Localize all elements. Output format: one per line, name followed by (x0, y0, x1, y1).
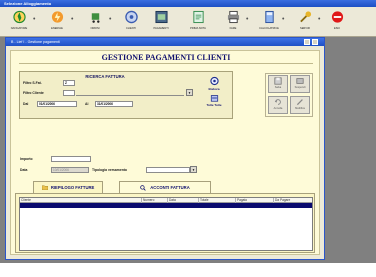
importo-field[interactable] (51, 156, 91, 162)
toolbar-button-esci[interactable]: ESCI (324, 9, 350, 35)
save-icon (274, 77, 282, 85)
tutte-button[interactable]: Tutte Tutte (200, 94, 228, 107)
list-icon (210, 95, 218, 102)
date-from-label: Dal (23, 102, 29, 106)
toolbar-button-ordini[interactable]: ORDINI (82, 9, 108, 35)
toolbar-separator: • (71, 16, 74, 23)
process-icon (209, 76, 219, 86)
energy-icon (51, 11, 63, 23)
printer-icon (227, 10, 239, 24)
toolbar-button-pagamenti[interactable]: PAGAMENTI (148, 9, 174, 35)
tipologia-select[interactable] (146, 167, 190, 173)
edit-button[interactable]: Modifica (290, 96, 310, 114)
tipologia-dropdown-button[interactable]: ▾ (190, 166, 197, 173)
main-toolbar: NAVIGATORE • ENERGIE • ORDINI • CLIENTI … (0, 7, 376, 37)
toolbar-button-servizi[interactable]: SERVIZI (292, 9, 318, 35)
app-title: Selezione Alloggiamento (4, 1, 52, 6)
date-to-label: Al (85, 102, 89, 106)
close-button[interactable] (312, 39, 318, 45)
notes-icon (192, 10, 204, 24)
payments-window-title-bar: B - Lief I - Gestione pagamenti (6, 38, 324, 46)
toolbar-separator: • (282, 16, 285, 23)
toolbar-separator: • (33, 16, 36, 23)
edit-icon (296, 99, 303, 106)
data-field[interactable]: 10/01/2006 (51, 167, 89, 173)
save-button[interactable]: Salva (268, 75, 288, 93)
suspend-button[interactable]: Sospendi (290, 75, 310, 93)
toolbar-button-clienti[interactable]: CLIENTI (118, 9, 144, 35)
data-label: Data (20, 168, 28, 172)
compass-icon (12, 10, 26, 24)
toolbar-button-prima-nota[interactable]: PRIMA NOTA (185, 9, 211, 35)
toolbar-separator: • (246, 16, 249, 23)
importo-label: Importo (20, 157, 33, 161)
tab-panel-riepilogo: Cliente Numero Data Totale Pagato Da Pag… (15, 193, 315, 253)
table-row[interactable] (20, 203, 312, 208)
suspend-icon (296, 78, 304, 84)
search-panel-title: RICERCA FATTURA (85, 74, 125, 79)
client-name-field[interactable] (76, 90, 184, 96)
client-lookup-button[interactable]: ▾ (186, 89, 193, 96)
undo-icon (274, 99, 281, 105)
tab-acconti-fattura[interactable]: ACCONTI FATTURA (119, 181, 211, 193)
toolbar-button-navigatore[interactable]: NAVIGATORE (6, 9, 32, 35)
elabora-button[interactable]: Elabora (202, 76, 226, 91)
title-divider (19, 63, 313, 64)
serie-filter-field[interactable]: Z (63, 80, 75, 86)
search-icon (140, 185, 146, 191)
payments-window-title: B - Lief I - Gestione pagamenti (11, 40, 60, 44)
client-filter-label: Filtro Cliente (23, 91, 44, 95)
toolbar-separator: • (109, 16, 112, 23)
payments-window: B - Lief I - Gestione pagamenti GESTIONE… (5, 37, 325, 260)
toolbar-separator: • (318, 16, 321, 23)
toolbar-button-energie[interactable]: ENERGIE (44, 9, 70, 35)
tools-icon (299, 11, 311, 23)
search-invoice-panel: RICERCA FATTURA Filtro S.Fat. Z Filtro C… (19, 71, 233, 119)
money-icon (154, 10, 168, 24)
folder-icon (41, 185, 48, 191)
undo-button[interactable]: Annulla (268, 96, 288, 114)
tipologia-label: Tipologia versamento (92, 168, 127, 172)
page-title: GESTIONE PAGAMENTI CLIENTI (101, 53, 231, 62)
cart-icon (91, 13, 99, 23)
client-filter-field[interactable] (63, 90, 75, 96)
payments-form: GESTIONE PAGAMENTI CLIENTI RICERCA FATTU… (10, 50, 320, 255)
minimize-button[interactable] (304, 39, 310, 45)
toolbar-button-calcolatrice[interactable]: CALCOLATRICE (256, 9, 282, 35)
tab-riepilogo-fatture[interactable]: RIEPILOGO FATTURE (33, 181, 103, 193)
invoices-grid[interactable]: Cliente Numero Data Totale Pagato Da Pag… (19, 197, 313, 251)
toolbar-button-fare[interactable]: FARE (220, 9, 246, 35)
date-to-field[interactable]: 31/01/2006 (95, 101, 133, 107)
exit-icon (331, 11, 343, 23)
date-from-field[interactable]: 01/01/2006 (37, 101, 77, 107)
disc-icon (124, 10, 138, 24)
serie-filter-label: Filtro S.Fat. (23, 81, 42, 85)
bottom-blank-area (0, 263, 376, 277)
app-title-bar: Selezione Alloggiamento (0, 0, 376, 7)
calculator-icon (264, 10, 274, 24)
